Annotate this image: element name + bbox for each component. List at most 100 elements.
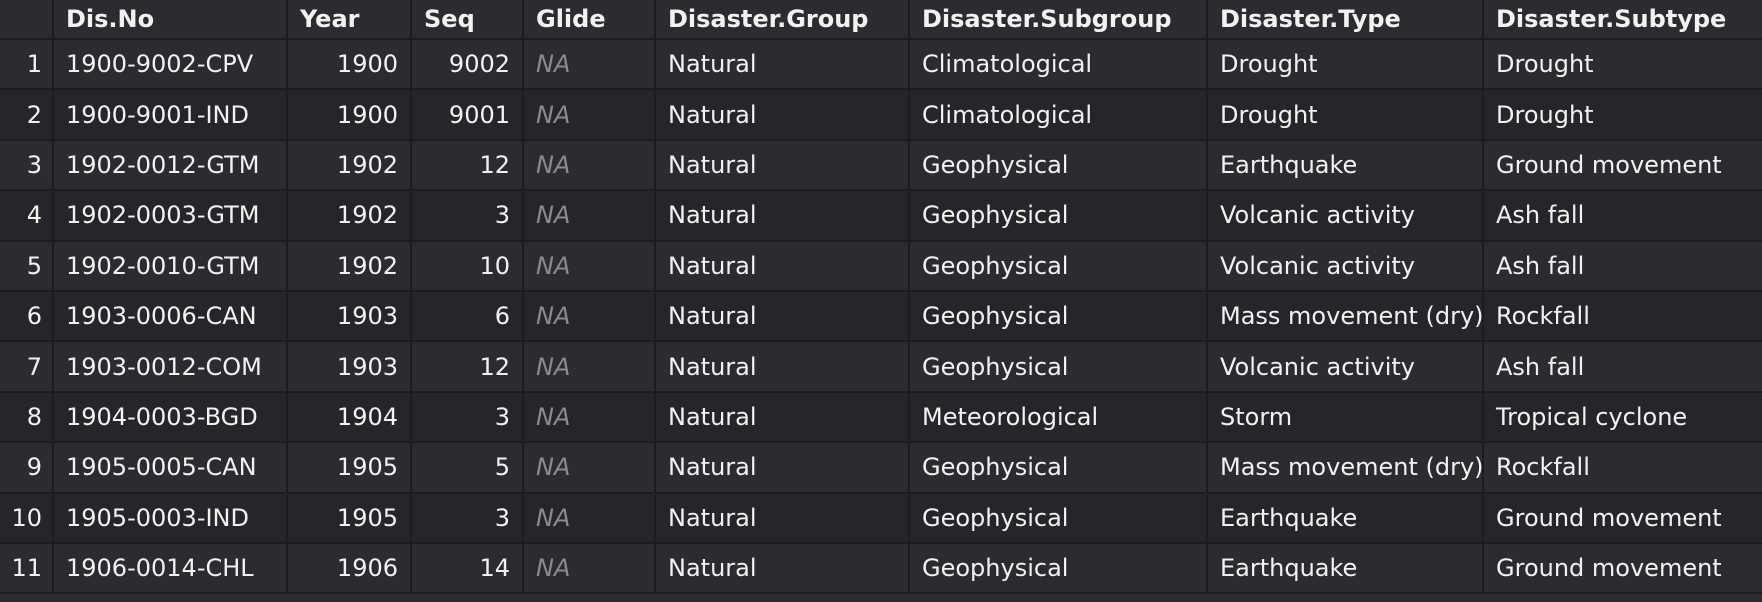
cell-dis-no[interactable]: 1905-0003-IND	[54, 493, 288, 542]
cell-dis-no[interactable]: 1903-0006-CAN	[54, 292, 288, 341]
cell-disaster-type[interactable]: Volcanic activity	[1208, 241, 1484, 290]
cell-disaster-subtype[interactable]: Ground movement	[1484, 544, 1762, 592]
cell-disaster-type[interactable]: Volcanic activity	[1208, 191, 1484, 240]
cell-disaster-type[interactable]: Earthquake	[1208, 544, 1484, 593]
cell-disaster-subtype[interactable]: Ground movement	[1484, 141, 1762, 189]
cell-seq[interactable]: 5	[412, 443, 524, 492]
cell-seq[interactable]: 9002	[412, 40, 524, 89]
row-number[interactable]: 4	[0, 191, 54, 240]
row-number[interactable]: 10	[0, 493, 54, 542]
cell-disaster-group[interactable]: Natural	[656, 342, 910, 391]
cell-disaster-group[interactable]: Natural	[656, 493, 910, 542]
cell-disaster-group[interactable]: Natural	[656, 90, 910, 139]
cell-dis-no[interactable]: 1900-9002-CPV	[54, 40, 288, 89]
cell-seq[interactable]: 3	[412, 191, 524, 240]
cell-dis-no[interactable]: 1903-0012-COM	[54, 342, 288, 391]
cell-dis-no[interactable]: 1900-9001-IND	[54, 90, 288, 139]
cell-year[interactable]: 1903	[288, 292, 412, 341]
column-header-seq[interactable]: Seq	[412, 0, 524, 38]
cell-seq[interactable]: 12	[412, 140, 524, 190]
cell-year[interactable]: 1903	[288, 342, 412, 391]
cell-disaster-type[interactable]: Volcanic activity	[1208, 342, 1484, 391]
row-number[interactable]: 6	[0, 292, 54, 341]
table-row[interactable]: 2 1900-9001-IND 1900 9001 NA Natural Climatolo…	[0, 90, 1762, 141]
column-header-year[interactable]: Year	[288, 0, 412, 38]
row-number[interactable]: 8	[0, 392, 54, 442]
cell-disaster-type[interactable]: Storm	[1208, 392, 1484, 442]
cell-disaster-subtype[interactable]: Tropical cyclone	[1484, 393, 1762, 441]
cell-disaster-group[interactable]: Natural	[656, 544, 910, 593]
table-row[interactable]: 3 1902-0012-GTM 1902 12 NA Natural Geophysical…	[0, 140, 1762, 192]
table-row[interactable]: 5 1902-0010-GTM 1902 10 NA Natural Geophysical…	[0, 241, 1762, 292]
cell-disaster-type[interactable]: Earthquake	[1208, 140, 1484, 190]
cell-disaster-type[interactable]: Drought	[1208, 40, 1484, 89]
cell-disaster-type[interactable]: Mass movement (dry)	[1208, 292, 1484, 341]
table-row[interactable]: 4 1902-0003-GTM 1902 3 NA Natural Geophysical V…	[0, 191, 1762, 242]
row-number[interactable]: 1	[0, 40, 54, 89]
cell-disaster-subgroup[interactable]: Geophysical	[910, 443, 1208, 492]
column-header-disaster-subgroup[interactable]: Disaster.Subgroup	[910, 0, 1208, 38]
cell-dis-no[interactable]: 1902-0003-GTM	[54, 191, 288, 240]
cell-dis-no[interactable]: 1902-0012-GTM	[54, 140, 288, 190]
cell-dis-no[interactable]: 1904-0003-BGD	[54, 392, 288, 442]
table-row[interactable]: 9 1905-0005-CAN 1905 5 NA Natural Geophysical M…	[0, 443, 1762, 494]
cell-dis-no[interactable]: 1906-0014-CHL	[54, 544, 288, 593]
cell-disaster-subtype[interactable]: Ash fall	[1484, 242, 1762, 290]
cell-glide[interactable]: NA	[524, 493, 656, 542]
cell-disaster-subtype[interactable]: Ground movement	[1484, 494, 1762, 542]
cell-glide[interactable]: NA	[524, 90, 656, 139]
cell-disaster-subtype[interactable]: Ash fall	[1484, 342, 1762, 390]
cell-disaster-subtype[interactable]: Drought	[1484, 90, 1762, 138]
row-number[interactable]: 9	[0, 443, 54, 492]
table-row[interactable]: 7 1903-0012-COM 1903 12 NA Natural Geophysical…	[0, 342, 1762, 393]
cell-seq[interactable]: 9001	[412, 90, 524, 139]
cell-glide[interactable]: NA	[524, 392, 656, 442]
cell-year[interactable]: 1902	[288, 191, 412, 240]
cell-disaster-subgroup[interactable]: Geophysical	[910, 241, 1208, 290]
cell-disaster-subgroup[interactable]: Geophysical	[910, 191, 1208, 240]
cell-disaster-group[interactable]: Natural	[656, 292, 910, 341]
cell-seq[interactable]: 14	[412, 544, 524, 593]
column-header-dis-no[interactable]: Dis.No	[54, 0, 288, 38]
cell-glide[interactable]: NA	[524, 342, 656, 391]
cell-glide[interactable]: NA	[524, 191, 656, 240]
cell-disaster-type[interactable]: Drought	[1208, 90, 1484, 139]
cell-disaster-subtype[interactable]: Rockfall	[1484, 292, 1762, 340]
cell-disaster-type[interactable]: Earthquake	[1208, 493, 1484, 542]
column-header-glide[interactable]: Glide	[524, 0, 656, 38]
cell-glide[interactable]: NA	[524, 40, 656, 89]
cell-disaster-group[interactable]: Natural	[656, 140, 910, 190]
column-header-disaster-type[interactable]: Disaster.Type	[1208, 0, 1484, 38]
cell-seq[interactable]: 12	[412, 342, 524, 391]
cell-disaster-subgroup[interactable]: Climatological	[910, 90, 1208, 139]
cell-seq[interactable]: 3	[412, 392, 524, 442]
cell-disaster-subgroup[interactable]: Geophysical	[910, 140, 1208, 190]
cell-disaster-group[interactable]: Natural	[656, 443, 910, 492]
cell-year[interactable]: 1906	[288, 544, 412, 593]
cell-disaster-group[interactable]: Natural	[656, 392, 910, 442]
cell-glide[interactable]: NA	[524, 292, 656, 341]
cell-year[interactable]: 1902	[288, 140, 412, 190]
cell-disaster-subgroup[interactable]: Geophysical	[910, 544, 1208, 593]
table-row[interactable]: 8 1904-0003-BGD 1904 3 NA Natural Meteorologic…	[0, 392, 1762, 444]
cell-disaster-group[interactable]: Natural	[656, 191, 910, 240]
cell-year[interactable]: 1905	[288, 493, 412, 542]
cell-seq[interactable]: 3	[412, 493, 524, 542]
cell-disaster-type[interactable]: Mass movement (dry)	[1208, 443, 1484, 492]
cell-year[interactable]: 1900	[288, 40, 412, 89]
cell-disaster-subtype[interactable]: Rockfall	[1484, 443, 1762, 491]
cell-disaster-group[interactable]: Natural	[656, 40, 910, 89]
table-row[interactable]: 1 1900-9002-CPV 1900 9002 NA Natural Climatolo…	[0, 40, 1762, 91]
cell-disaster-subgroup[interactable]: Geophysical	[910, 493, 1208, 542]
column-header-disaster-subtype[interactable]: Disaster.Subtype	[1484, 0, 1762, 38]
cell-disaster-group[interactable]: Natural	[656, 241, 910, 290]
row-number[interactable]: 11	[0, 544, 54, 593]
table-row[interactable]: 6 1903-0006-CAN 1903 6 NA Natural Geophysical M…	[0, 292, 1762, 343]
row-number[interactable]: 7	[0, 342, 54, 391]
cell-glide[interactable]: NA	[524, 140, 656, 190]
cell-year[interactable]: 1904	[288, 392, 412, 442]
cell-disaster-subtype[interactable]: Ash fall	[1484, 191, 1762, 239]
cell-disaster-subgroup[interactable]: Climatological	[910, 40, 1208, 89]
cell-disaster-subtype[interactable]: Drought	[1484, 40, 1762, 88]
cell-dis-no[interactable]: 1905-0005-CAN	[54, 443, 288, 492]
